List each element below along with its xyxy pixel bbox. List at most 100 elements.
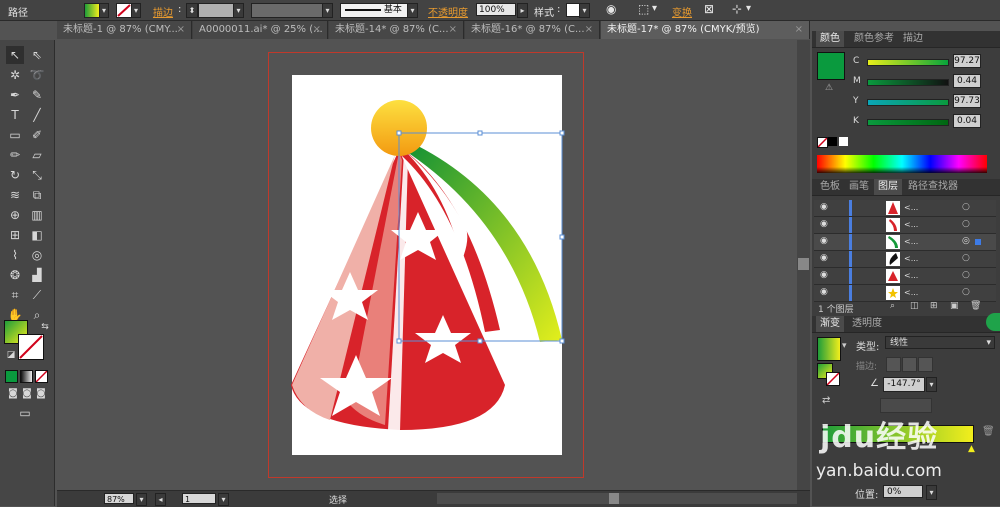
- scrollbar-thumb[interactable]: [798, 258, 809, 270]
- channel-y-value[interactable]: 97.73: [953, 94, 981, 108]
- selection-handle[interactable]: [477, 130, 483, 136]
- gradient-type-label: 类型:: [856, 342, 880, 353]
- tab-brushes[interactable]: 画笔: [845, 179, 873, 195]
- zoom-input[interactable]: 87%: [104, 493, 134, 504]
- selection-handle[interactable]: [559, 338, 565, 344]
- new-layer-icon[interactable]: ▣: [950, 301, 959, 311]
- aspect-ratio-input[interactable]: [880, 398, 932, 413]
- selection-handle[interactable]: [396, 338, 402, 344]
- layer-name[interactable]: <...: [904, 220, 918, 229]
- visibility-eye-icon[interactable]: ◉: [820, 203, 830, 212]
- channel-k-slider[interactable]: [867, 119, 949, 126]
- channel-m-slider[interactable]: [867, 79, 949, 86]
- color-panel-tabs: 颜色 颜色参考 描边: [812, 31, 1000, 48]
- gradient-swatch-dropdown-icon[interactable]: ▾: [842, 341, 847, 351]
- thumb-black-shape-icon: [889, 253, 898, 265]
- horizontal-scrollbar[interactable]: [437, 493, 797, 504]
- layer-thumbnail: [886, 235, 900, 249]
- channel-m-label: M: [853, 76, 861, 86]
- panel-collapse-tab[interactable]: [986, 313, 1000, 331]
- selection-indicator[interactable]: [975, 239, 981, 245]
- layer-row[interactable]: ◉ <... ○: [814, 285, 996, 302]
- none-swatch[interactable]: [817, 137, 828, 148]
- visibility-eye-icon[interactable]: ◉: [820, 254, 830, 263]
- layer-color-bar: [849, 234, 852, 250]
- selection-handle[interactable]: [477, 338, 483, 344]
- target-circle-icon[interactable]: ○: [962, 219, 970, 229]
- gradient-preview-swatch[interactable]: [817, 337, 841, 361]
- target-circle-icon[interactable]: ○: [962, 253, 970, 263]
- page-input[interactable]: 1: [182, 493, 216, 504]
- delete-stop-icon[interactable]: 🗑: [982, 426, 995, 437]
- layer-row[interactable]: ◉ <... ○: [814, 217, 996, 234]
- delete-layer-icon[interactable]: 🗑: [970, 301, 981, 311]
- angle-dropdown[interactable]: ▾: [926, 377, 937, 392]
- angle-input[interactable]: -147.7°: [883, 377, 925, 392]
- layer-thumbnail: [886, 252, 900, 266]
- tab-pathfinder[interactable]: 路径查找器: [904, 179, 962, 195]
- watermark-brand: jdu经验: [820, 420, 939, 455]
- new-sublayer-icon[interactable]: ⊞: [930, 301, 938, 311]
- visibility-eye-icon[interactable]: ◉: [820, 271, 830, 280]
- layer-color-bar: [849, 200, 852, 216]
- scrollbar-thumb[interactable]: [609, 493, 619, 504]
- layer-name[interactable]: <...: [904, 203, 918, 212]
- tab-color[interactable]: 颜色: [816, 31, 844, 47]
- reverse-gradient-icon[interactable]: ⇄: [822, 395, 830, 406]
- channel-m-value[interactable]: 0.44: [953, 74, 981, 88]
- visibility-eye-icon[interactable]: ◉: [820, 237, 830, 246]
- layer-row-selected[interactable]: ◉ <... ◎: [814, 234, 996, 251]
- layer-row[interactable]: ◉ <... ○: [814, 251, 996, 268]
- current-tool-label: 选择: [329, 496, 348, 506]
- tab-color-guide[interactable]: 颜色参考: [850, 31, 898, 47]
- chevron-down-icon: ▾: [986, 338, 991, 348]
- tab-layers[interactable]: 图层: [874, 179, 902, 195]
- layer-name[interactable]: <...: [904, 288, 918, 297]
- tab-stroke[interactable]: 描边: [899, 31, 927, 47]
- tab-swatches[interactable]: 色板: [816, 179, 844, 195]
- layer-color-bar: [849, 285, 852, 301]
- gradient-stroke-label: 描边:: [856, 362, 878, 372]
- layer-row[interactable]: ◉ <... ○: [814, 200, 996, 217]
- gradient-stop-end[interactable]: ▲: [968, 444, 975, 454]
- layer-thumbnail: [886, 269, 900, 283]
- target-circle-icon[interactable]: ○: [962, 202, 970, 212]
- color-fill-swatch[interactable]: [817, 52, 845, 80]
- gradient-type-select[interactable]: 线性 ▾: [885, 336, 995, 349]
- target-circle-icon[interactable]: ○: [962, 287, 970, 297]
- selection-handle[interactable]: [559, 234, 565, 240]
- watermark-url: yan.baidu.com: [816, 461, 942, 481]
- layer-name[interactable]: <...: [904, 254, 918, 263]
- position-input[interactable]: 0%: [883, 485, 923, 498]
- stroke-along-icon[interactable]: [902, 357, 917, 372]
- color-spectrum[interactable]: [817, 155, 987, 173]
- tab-gradient[interactable]: 渐变: [816, 316, 844, 332]
- layer-name[interactable]: <...: [904, 271, 918, 280]
- layer-name[interactable]: <...: [904, 237, 918, 246]
- black-swatch[interactable]: [828, 137, 837, 146]
- stroke-within-icon[interactable]: [886, 357, 901, 372]
- position-dropdown[interactable]: ▾: [926, 485, 937, 500]
- visibility-eye-icon[interactable]: ◉: [820, 288, 830, 297]
- gradient-stroke-icon[interactable]: [826, 372, 840, 386]
- tab-transparency[interactable]: 透明度: [848, 316, 886, 332]
- target-circle-icon[interactable]: ○: [962, 270, 970, 280]
- layer-row[interactable]: ◉ <... ○: [814, 268, 996, 285]
- zoom-dropdown[interactable]: ▾: [136, 493, 147, 506]
- white-swatch[interactable]: [839, 137, 848, 146]
- channel-y-slider[interactable]: [867, 99, 949, 106]
- selection-handle[interactable]: [396, 130, 402, 136]
- channel-c-slider[interactable]: [867, 59, 949, 66]
- stroke-across-icon[interactable]: [918, 357, 933, 372]
- visibility-eye-icon[interactable]: ◉: [820, 220, 830, 229]
- selection-handle[interactable]: [559, 130, 565, 136]
- position-label: 位置:: [855, 490, 879, 501]
- page-dropdown[interactable]: ▾: [218, 493, 229, 506]
- channel-k-value[interactable]: 0.04: [953, 114, 981, 128]
- locate-object-icon[interactable]: ⌕: [890, 301, 895, 311]
- target-circle-icon[interactable]: ◎: [962, 236, 970, 246]
- clipping-mask-icon[interactable]: ◫: [910, 301, 919, 311]
- channel-c-value[interactable]: 97.27: [953, 54, 981, 68]
- vertical-scrollbar[interactable]: [797, 40, 810, 490]
- first-page-icon[interactable]: ◂: [155, 493, 166, 506]
